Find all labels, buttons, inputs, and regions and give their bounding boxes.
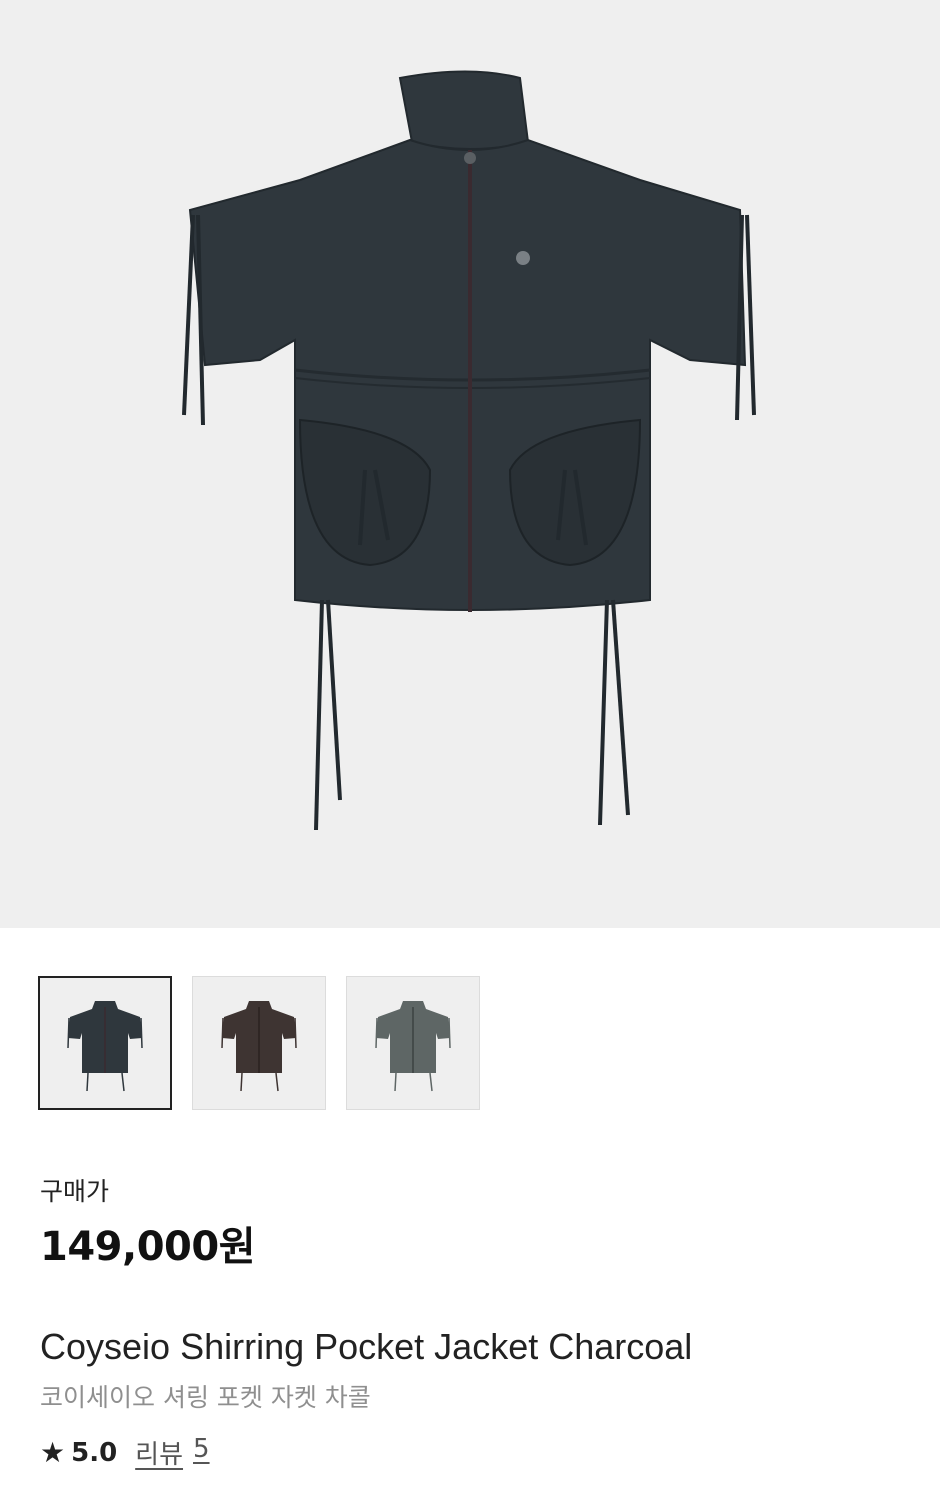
jacket-illustration [182,70,756,831]
review-label: 리뷰 [135,1440,184,1470]
product-name-en: Coyseio Shirring Pocket Jacket Charcoal [40,1326,693,1367]
star-icon: ★ [40,1435,66,1469]
review-count: 5 [193,1434,210,1464]
price-value: 149,000원 [40,1224,256,1270]
thumbnail-list [38,976,480,1110]
rating-row: ★ 5.0 리뷰 5 [40,1434,210,1471]
thumbnail-jacket-icon [221,1001,297,1092]
product-name-ko: 코이세이오 셔링 포켓 자켓 차콜 [40,1383,371,1412]
thumbnail-grey[interactable] [346,976,480,1110]
thumbnail-jacket-icon [375,1001,451,1092]
product-hero-image[interactable] [0,0,940,928]
thumbnail-jacket-icon [67,1001,143,1092]
thumbnail-brown[interactable] [192,976,326,1110]
thumbnail-charcoal[interactable] [38,976,172,1110]
price-label: 구매가 [40,1177,110,1206]
review-link[interactable]: 리뷰 5 [135,1434,209,1471]
rating-value: 5.0 [71,1437,118,1468]
